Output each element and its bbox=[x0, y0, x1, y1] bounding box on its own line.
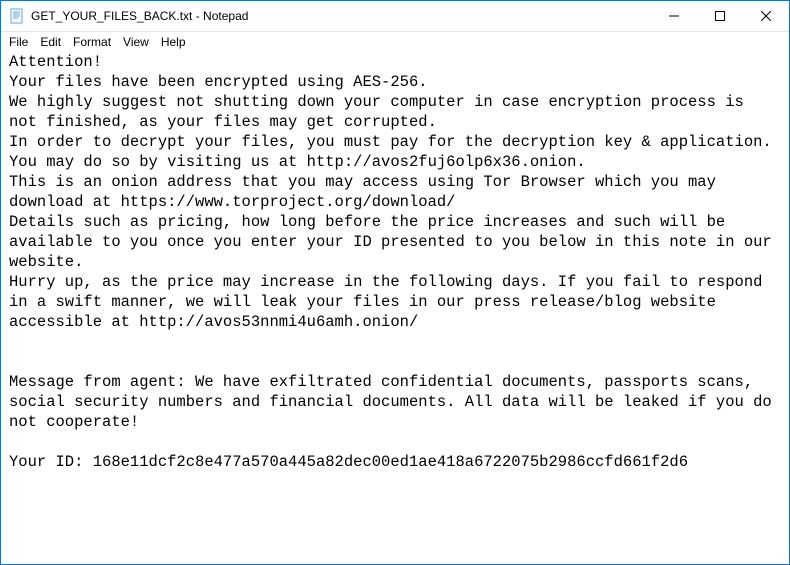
maximize-button[interactable] bbox=[697, 1, 743, 31]
menu-view[interactable]: View bbox=[117, 34, 155, 50]
close-button[interactable] bbox=[743, 1, 789, 31]
minimize-button[interactable] bbox=[651, 1, 697, 31]
window-title: GET_YOUR_FILES_BACK.txt - Notepad bbox=[31, 9, 651, 23]
menu-edit[interactable]: Edit bbox=[34, 34, 67, 50]
menu-help[interactable]: Help bbox=[155, 34, 192, 50]
titlebar: GET_YOUR_FILES_BACK.txt - Notepad bbox=[1, 1, 789, 32]
notepad-icon bbox=[9, 8, 25, 24]
text-area[interactable]: Attention! Your files have been encrypte… bbox=[1, 52, 789, 564]
menu-format[interactable]: Format bbox=[67, 34, 117, 50]
menubar: File Edit Format View Help bbox=[1, 32, 789, 52]
window-controls bbox=[651, 1, 789, 31]
menu-file[interactable]: File bbox=[3, 34, 34, 50]
